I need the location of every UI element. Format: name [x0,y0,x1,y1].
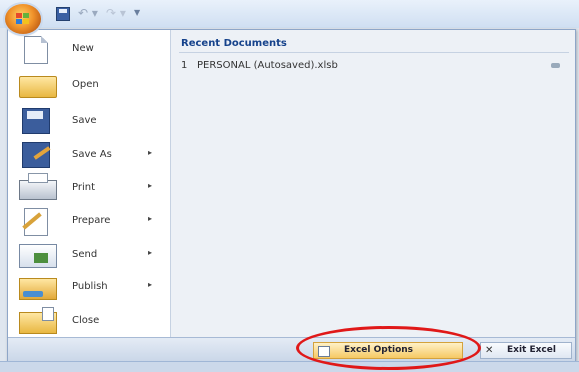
new-document-icon [24,36,48,64]
recent-documents-title: Recent Documents [181,38,287,49]
menu-item-save[interactable]: Save [8,104,170,140]
menu-item-label: New [72,43,94,54]
recent-document-number: 1 [181,60,188,71]
submenu-arrow-icon: ▸ [148,248,153,257]
menu-item-label: Publish [72,281,108,292]
submenu-arrow-icon: ▸ [148,280,153,289]
menu-item-label: Close [72,315,100,326]
pin-icon[interactable] [551,63,560,68]
menu-item-label: Send [72,249,98,260]
publish-icon [19,278,57,300]
recent-document-item[interactable]: 1 PERSONAL (Autosaved).xlsb [181,60,565,74]
divider [179,52,569,53]
menu-commands: New Open Save Save As ▸ Print ▸ Prepare … [8,30,171,337]
menu-item-prepare[interactable]: Prepare ▸ [8,204,170,240]
recent-documents-pane: Recent Documents 1 PERSONAL (Autosaved).… [171,30,575,337]
excel-options-label: Excel Options [344,345,414,355]
menu-item-publish[interactable]: Publish ▸ [8,270,170,306]
menu-item-label: Save As [72,149,112,160]
exit-excel-label: Exit Excel [507,345,556,355]
quick-access-toolbar: ↶ ▾ ↷ ▾ ▼ [0,0,579,34]
exit-excel-button[interactable]: ✕ Exit Excel [480,342,572,359]
prepare-icon [24,208,48,236]
menu-item-new[interactable]: New [8,32,170,68]
menu-footer: Excel Options ✕ Exit Excel [8,337,575,362]
menu-item-close[interactable]: Close [8,304,170,340]
printer-icon [19,173,57,200]
save-icon[interactable] [56,7,70,21]
recent-document-name: PERSONAL (Autosaved).xlsb [197,60,338,71]
undo-icon[interactable]: ↶ ▾ [78,7,100,19]
menu-item-label: Prepare [72,215,111,226]
options-icon [318,346,330,357]
status-bar [0,361,579,372]
submenu-arrow-icon: ▸ [148,214,153,223]
menu-item-label: Print [72,182,96,193]
submenu-arrow-icon: ▸ [148,148,153,157]
close-folder-icon [19,307,57,334]
menu-item-label: Open [72,79,99,90]
save-as-icon [22,142,50,168]
submenu-arrow-icon: ▸ [148,181,153,190]
excel-options-button[interactable]: Excel Options [313,342,463,359]
send-icon [19,244,57,268]
menu-item-send[interactable]: Send ▸ [8,238,170,274]
menu-item-label: Save [72,115,97,126]
customize-quick-access-icon[interactable]: ▼ [134,7,146,19]
redo-icon[interactable]: ↷ ▾ [106,7,128,19]
office-button[interactable] [5,4,41,34]
open-folder-icon [19,76,57,98]
office-logo-icon [16,13,29,24]
office-menu: New Open Save Save As ▸ Print ▸ Prepare … [7,29,576,362]
menu-item-save-as[interactable]: Save As ▸ [8,138,170,174]
menu-item-open[interactable]: Open [8,68,170,104]
menu-item-print[interactable]: Print ▸ [8,171,170,207]
exit-icon: ✕ [485,345,494,356]
save-disk-icon [22,108,50,134]
